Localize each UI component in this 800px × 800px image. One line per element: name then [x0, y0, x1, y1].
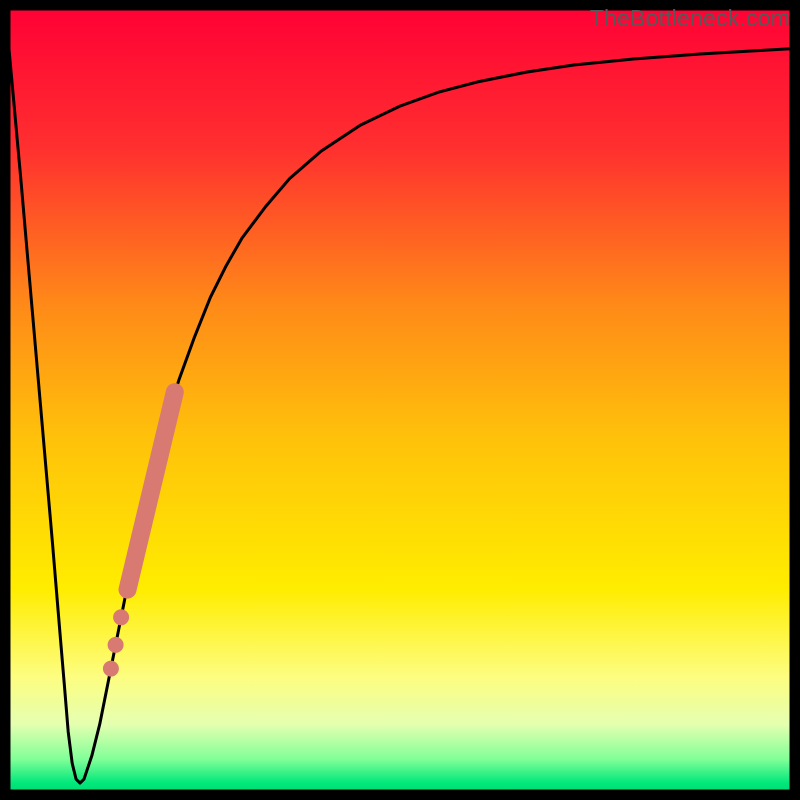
watermark-label: TheBottleneck.com	[590, 5, 790, 32]
gradient-background	[5, 5, 795, 795]
bottleneck-chart: TheBottleneck.com	[0, 0, 800, 800]
chart-canvas	[0, 0, 800, 800]
